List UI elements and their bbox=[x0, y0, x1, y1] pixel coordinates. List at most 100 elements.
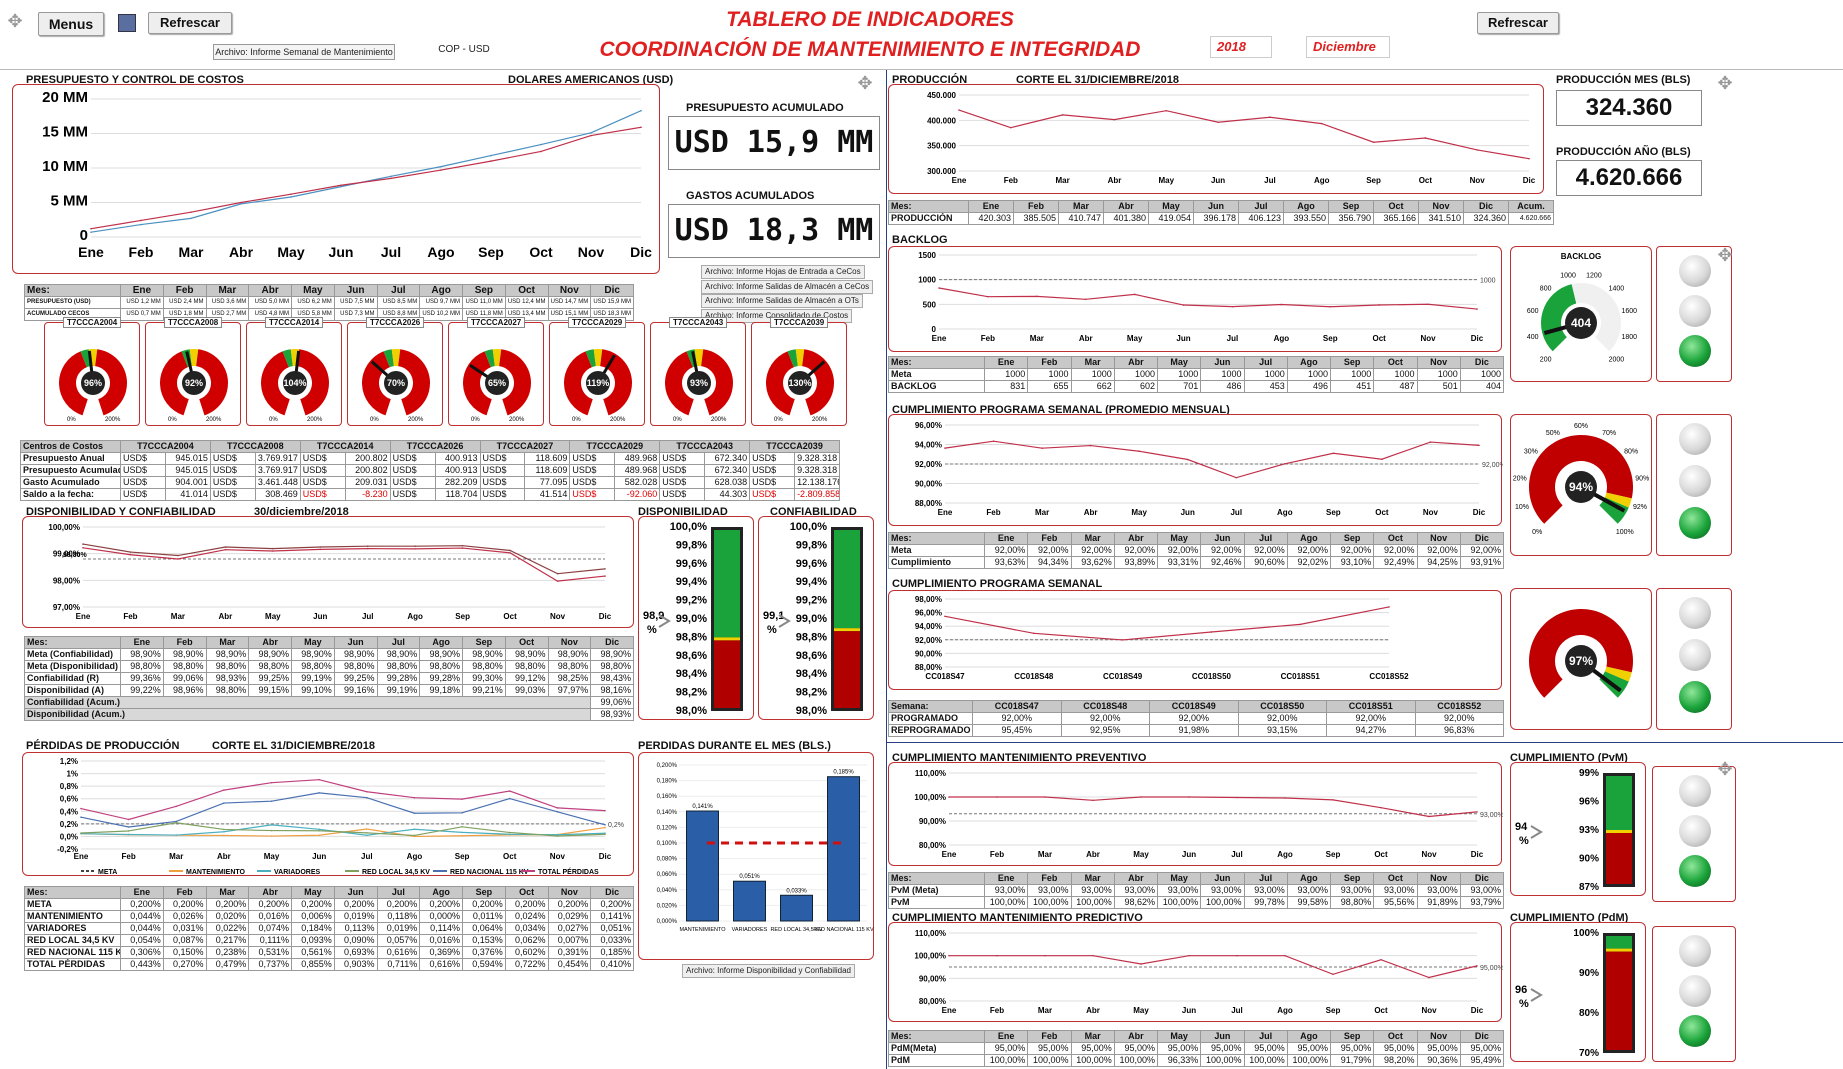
pvm-series-point bbox=[1188, 796, 1190, 798]
week-header: CC018S48 bbox=[1060, 700, 1150, 713]
table-cell: 100,00% bbox=[1113, 1054, 1159, 1067]
availability-report-link[interactable]: Archivo: Informe Disponibilidad y Confia… bbox=[682, 964, 855, 978]
y-tick-label: 88,00% bbox=[915, 499, 942, 508]
cost-gauge: T7CCCA2008 92% 0% 200% bbox=[145, 317, 241, 426]
table-cell: 400.913 bbox=[434, 452, 481, 465]
year-select[interactable]: 2018 bbox=[1210, 36, 1272, 58]
cost-gauge: T7CCCA2014 104% 0% 200% bbox=[246, 317, 342, 426]
loss-series-point bbox=[318, 828, 320, 831]
file-link-1[interactable]: Archivo: Informe Hojas de Entrada a CeCo… bbox=[701, 265, 865, 279]
currency-button[interactable]: COP - USD bbox=[428, 43, 500, 57]
table-cell: 1000 bbox=[1156, 368, 1202, 381]
month-header: Oct bbox=[504, 284, 549, 297]
table-cell: USD 2,4 MM bbox=[162, 296, 207, 309]
gauge-min: 0% bbox=[774, 417, 783, 423]
loss-series-point bbox=[366, 790, 368, 793]
x-tick-label: Ene bbox=[942, 1006, 957, 1015]
table-cell: -8.230 bbox=[344, 488, 391, 501]
off-light-icon bbox=[1679, 815, 1711, 847]
month-select[interactable]: Diciembre bbox=[1306, 36, 1390, 58]
refresh-button[interactable]: Refrescar bbox=[148, 12, 232, 34]
pvm-series-point bbox=[1428, 815, 1430, 818]
table-cell: 95,00% bbox=[1459, 1042, 1505, 1055]
table-cell: 0,737% bbox=[248, 958, 292, 971]
table-cell: 0,369% bbox=[419, 946, 463, 959]
table-cell: 672.340 bbox=[704, 464, 751, 477]
table-cell: 628.038 bbox=[704, 476, 751, 489]
backlog-series-point bbox=[1427, 303, 1429, 306]
week-header: CC018S49 bbox=[1149, 700, 1239, 713]
cps-monthly-series-point bbox=[1478, 444, 1480, 447]
week-header: CC018S50 bbox=[1237, 700, 1327, 713]
table-cell: 0,479% bbox=[205, 958, 250, 971]
x-tick-label: Mar bbox=[1056, 176, 1070, 185]
month-header: Abr bbox=[1103, 200, 1149, 213]
table-cell: 100,00% bbox=[1027, 896, 1072, 909]
x-tick-label: Sep bbox=[455, 612, 470, 621]
table-cell: 95,56% bbox=[1373, 896, 1418, 909]
y-tick-label: 100,00% bbox=[48, 523, 80, 532]
table-cell: 93,00% bbox=[1416, 884, 1461, 897]
table-cell: 93,00% bbox=[1200, 884, 1245, 897]
gauge-tick: 0% bbox=[1532, 529, 1542, 536]
x-tick-label: Oct bbox=[1374, 850, 1388, 859]
table-cell: 487 bbox=[1373, 380, 1418, 393]
move-handle-icon[interactable]: ✥ bbox=[856, 74, 874, 92]
budget-label: PRESUPUESTO ACUMULADO bbox=[686, 102, 844, 114]
table-cell: 401.380 bbox=[1103, 212, 1149, 225]
row-label: PvM bbox=[888, 896, 985, 909]
gauge-value: 93% bbox=[690, 378, 708, 388]
disp-series-point bbox=[224, 548, 227, 551]
production-series-point bbox=[1269, 116, 1271, 119]
row-label: PdM bbox=[888, 1054, 985, 1067]
currency-prefix: USD$ bbox=[389, 464, 436, 477]
therm-tick: 100,0% bbox=[790, 521, 828, 533]
table-cell: 92,00% bbox=[972, 712, 1062, 725]
x-tick-label: Ago bbox=[427, 244, 454, 260]
therm-tick: 70% bbox=[1579, 1048, 1599, 1059]
table-cell: 95,00% bbox=[1070, 1042, 1115, 1055]
currency-prefix: USD$ bbox=[659, 488, 706, 501]
currency-prefix: USD$ bbox=[299, 452, 346, 465]
x-tick-label: Sep bbox=[1323, 334, 1338, 343]
table-header-cell: Mes: bbox=[888, 1030, 985, 1043]
table-cell: 94,27% bbox=[1326, 724, 1416, 737]
acum-cell: 99,06% bbox=[590, 696, 634, 709]
move-handle-icon[interactable]: ✥ bbox=[1716, 74, 1734, 92]
month-header: Feb bbox=[1027, 532, 1072, 545]
gauge-name: T7CCCA2014 bbox=[265, 317, 324, 328]
move-handle-icon[interactable]: ✥ bbox=[6, 12, 24, 30]
refresh-right-button[interactable]: Refrescar bbox=[1477, 12, 1559, 34]
conf-series-point bbox=[224, 546, 227, 548]
header-bar: ✥ Menus Refrescar Archivo: Informe Seman… bbox=[0, 0, 1843, 70]
loss-bar bbox=[686, 810, 719, 922]
menus-button[interactable]: Menus bbox=[38, 12, 104, 36]
y-tick-label: 90,00% bbox=[915, 480, 942, 489]
pdm-series-point bbox=[1428, 976, 1430, 979]
x-tick-label: Abr bbox=[1108, 176, 1122, 185]
month-header: Dic bbox=[590, 886, 634, 899]
green-light-icon bbox=[1679, 681, 1711, 713]
loss-series-point bbox=[80, 816, 82, 818]
disp-series-point bbox=[604, 575, 606, 577]
y-tick-label: 94,00% bbox=[915, 441, 942, 450]
save-icon[interactable] bbox=[118, 14, 136, 32]
therm-unit: % bbox=[647, 624, 657, 636]
move-handle-icon[interactable]: ✥ bbox=[1716, 760, 1734, 778]
x-tick-label: May bbox=[1127, 334, 1143, 343]
gauge-tick: 200 bbox=[1540, 356, 1552, 363]
y-tick-label: 0,060% bbox=[657, 872, 678, 878]
file-link-3[interactable]: Archivo: Informe Salidas de Almacén a OT… bbox=[701, 294, 863, 308]
month-header: Feb bbox=[162, 886, 207, 899]
loss-series-point bbox=[366, 796, 368, 799]
loss-series bbox=[80, 779, 606, 821]
backlog-table: Mes: Ene Feb Mar Abr May Jun Jul Ago Sep Oct Nov Dic… bbox=[888, 356, 1505, 393]
disp-series-point bbox=[82, 547, 84, 549]
weekly-report-link[interactable]: Archivo: Informe Semanal de Mantenimient… bbox=[213, 44, 395, 60]
y-tick-label: 92,00% bbox=[915, 636, 942, 645]
move-handle-icon[interactable]: ✥ bbox=[1716, 246, 1734, 264]
currency-prefix: USD$ bbox=[299, 488, 346, 501]
currency-prefix: USD$ bbox=[120, 488, 166, 501]
file-link-2[interactable]: Archivo: Informe Salidas de Almacén a Ce… bbox=[701, 280, 874, 294]
y-tick-label: 0,000% bbox=[657, 919, 678, 925]
